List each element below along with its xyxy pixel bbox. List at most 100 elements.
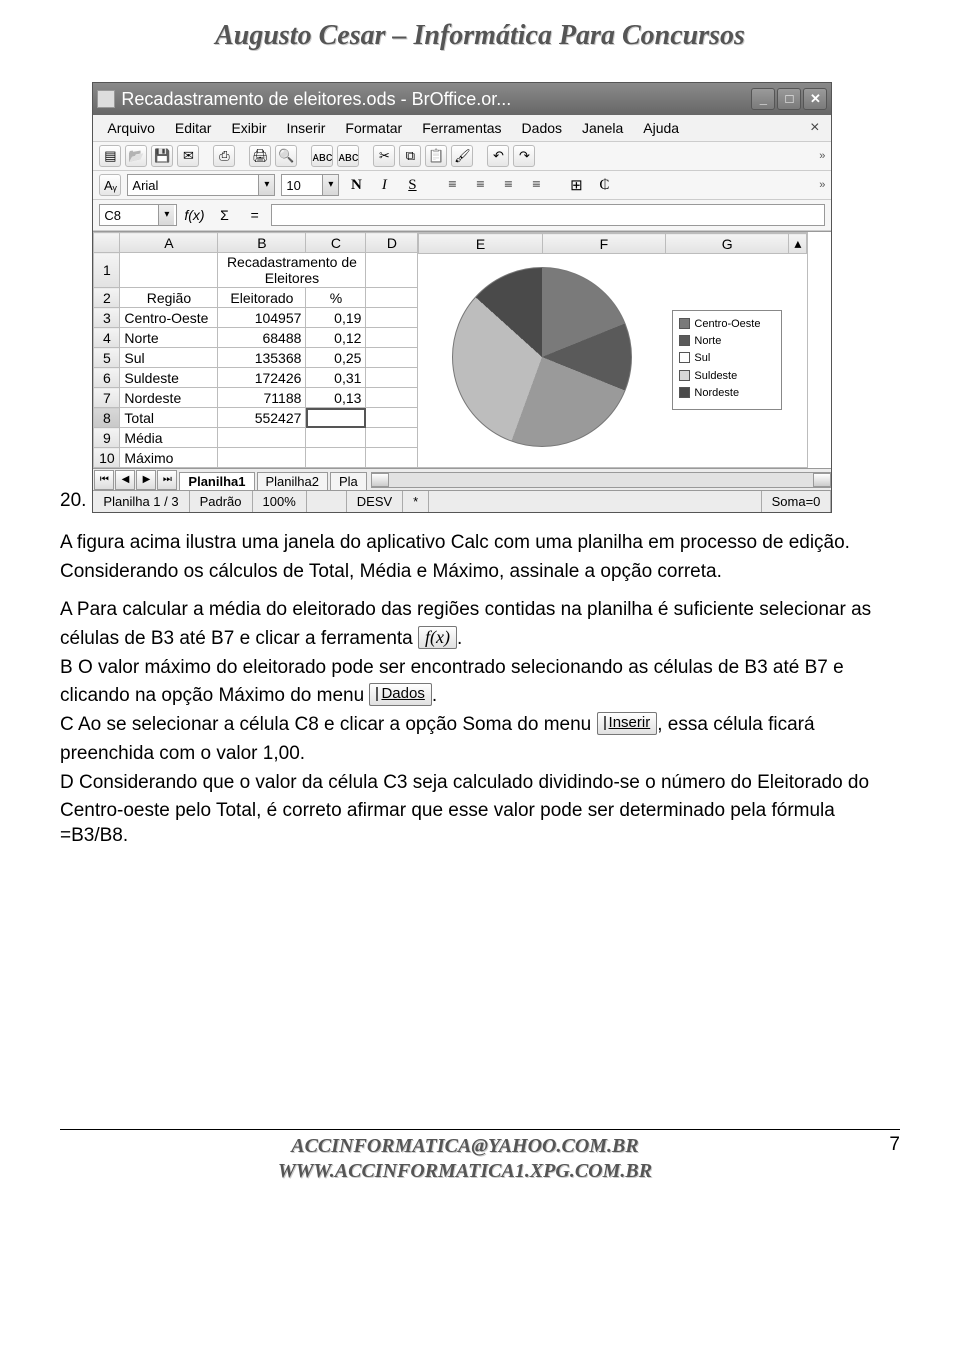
align-right-icon[interactable]: ≡ [497,174,519,196]
cell[interactable]: Nordeste [120,388,218,408]
save-icon[interactable]: 💾 [151,145,173,167]
cell[interactable]: 71188 [218,388,306,408]
cell[interactable] [366,328,418,348]
row-header[interactable]: 6 [94,368,120,388]
cell[interactable] [366,348,418,368]
print-icon[interactable]: 🖨 [249,145,271,167]
spreadsheet-grid[interactable]: A B C D 1 Recadastramento de Eleitores 2… [93,232,418,468]
currency-icon[interactable]: ₵ [593,174,615,196]
cell[interactable]: Centro-Oeste [120,308,218,328]
cell[interactable] [218,448,306,468]
minimize-button[interactable]: _ [751,88,775,110]
row-header[interactable]: 10 [94,448,120,468]
cell[interactable]: 135368 [218,348,306,368]
align-center-icon[interactable]: ≡ [469,174,491,196]
cell[interactable]: Média [120,428,218,448]
mail-icon[interactable]: ✉ [177,145,199,167]
cell[interactable] [366,308,418,328]
cell[interactable] [218,428,306,448]
menu-arquivo[interactable]: Arquivo [99,118,162,138]
status-zoom[interactable]: 100% [253,491,307,512]
column-header[interactable]: E [419,234,542,254]
chevron-down-icon[interactable]: ▾ [258,175,274,195]
tab-first-icon[interactable]: ⏮ [94,470,114,490]
equals-button[interactable]: = [241,204,267,226]
toolbar-overflow-icon[interactable]: » [819,179,825,191]
column-header[interactable]: B [218,233,306,253]
name-box[interactable]: ▾ [99,204,177,226]
export-pdf-icon[interactable]: ⎙ [213,145,235,167]
cell[interactable] [306,448,366,468]
cell[interactable]: Máximo [120,448,218,468]
font-size-combo[interactable]: ▾ [281,174,339,196]
menu-janela[interactable]: Janela [574,118,631,138]
row-header[interactable]: 9 [94,428,120,448]
column-header[interactable]: A [120,233,218,253]
cell[interactable]: Recadastramento de Eleitores [218,253,366,288]
cell[interactable]: 0,31 [306,368,366,388]
menu-ferramentas[interactable]: Ferramentas [414,118,509,138]
spellcheck-icon[interactable]: ᴀʙᴄ [311,145,333,167]
tab-last-icon[interactable]: ⏭ [157,470,177,490]
font-size-input[interactable] [282,175,322,195]
menu-dados[interactable]: Dados [514,118,570,138]
row-header[interactable]: 5 [94,348,120,368]
cell[interactable]: 0,12 [306,328,366,348]
tab-next-icon[interactable]: ▶ [136,470,156,490]
column-header[interactable]: D [366,233,418,253]
row-header[interactable]: 7 [94,388,120,408]
column-header[interactable]: C [306,233,366,253]
maximize-button[interactable]: □ [777,88,801,110]
cell[interactable]: Total [120,408,218,428]
undo-icon[interactable]: ↶ [487,145,509,167]
font-name-combo[interactable]: ▾ [127,174,275,196]
cell[interactable]: Eleitorado [218,288,306,308]
cell[interactable]: Sul [120,348,218,368]
cell[interactable] [366,253,418,288]
cell[interactable] [366,288,418,308]
vscroll-up-icon[interactable]: ▴ [789,234,807,254]
sheet-tab[interactable]: Planilha1 [179,472,254,490]
cell[interactable]: Suldeste [120,368,218,388]
row-header[interactable]: 1 [94,253,120,288]
menu-formatar[interactable]: Formatar [337,118,410,138]
preview-icon[interactable]: 🔍 [275,145,297,167]
cell[interactable] [366,428,418,448]
row-header[interactable]: 8 [94,408,120,428]
menu-editar[interactable]: Editar [167,118,220,138]
chevron-down-icon[interactable]: ▾ [322,175,338,195]
chevron-down-icon[interactable]: ▾ [158,205,174,225]
formula-input[interactable] [271,204,825,226]
cell[interactable] [366,368,418,388]
function-wizard-button[interactable]: f(x) [181,204,207,226]
align-left-icon[interactable]: ≡ [441,174,463,196]
sheet-tab[interactable]: Pla [330,472,367,490]
merge-cells-icon[interactable]: ⊞ [565,174,587,196]
toolbar-overflow-icon[interactable]: » [819,150,825,162]
cell[interactable]: Norte [120,328,218,348]
paste-icon[interactable]: 📋 [425,145,447,167]
bold-button[interactable]: N [345,174,367,196]
underline-button[interactable]: S [401,174,423,196]
row-header[interactable]: 3 [94,308,120,328]
cut-icon[interactable]: ✂ [373,145,395,167]
close-button[interactable]: ✕ [803,88,827,110]
open-icon[interactable]: 📂 [125,145,147,167]
column-header[interactable]: F [542,234,665,254]
cell[interactable]: % [306,288,366,308]
cell[interactable]: 0,13 [306,388,366,408]
sum-button[interactable]: Σ [211,204,237,226]
paint-icon[interactable]: 🖌 [451,145,473,167]
row-header[interactable]: 2 [94,288,120,308]
italic-button[interactable]: I [373,174,395,196]
cell[interactable] [306,428,366,448]
align-justify-icon[interactable]: ≡ [525,174,547,196]
cell[interactable] [366,448,418,468]
cell[interactable]: 0,19 [306,308,366,328]
copy-icon[interactable]: ⧉ [399,145,421,167]
cell[interactable]: 552427 [218,408,306,428]
cell[interactable]: 104957 [218,308,306,328]
menu-exibir[interactable]: Exibir [223,118,274,138]
cell-reference-input[interactable] [100,205,158,225]
close-document-button[interactable]: × [804,119,825,137]
